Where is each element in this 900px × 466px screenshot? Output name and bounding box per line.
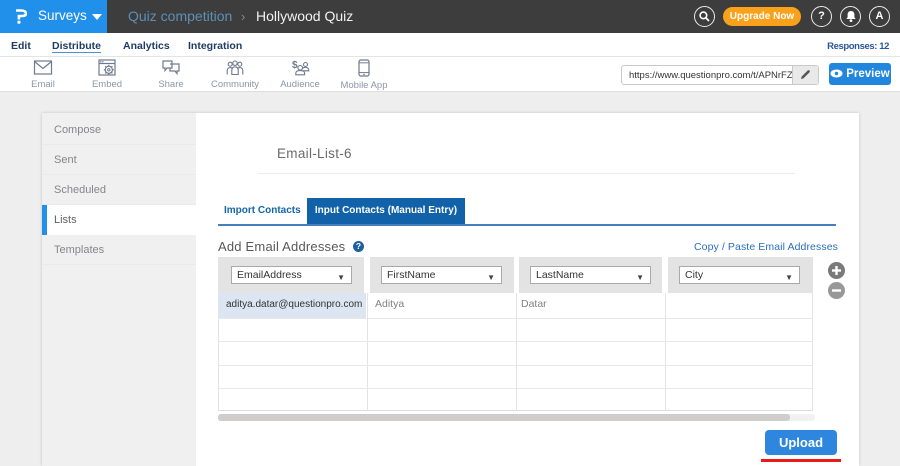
svg-text:$: $ bbox=[292, 60, 298, 71]
